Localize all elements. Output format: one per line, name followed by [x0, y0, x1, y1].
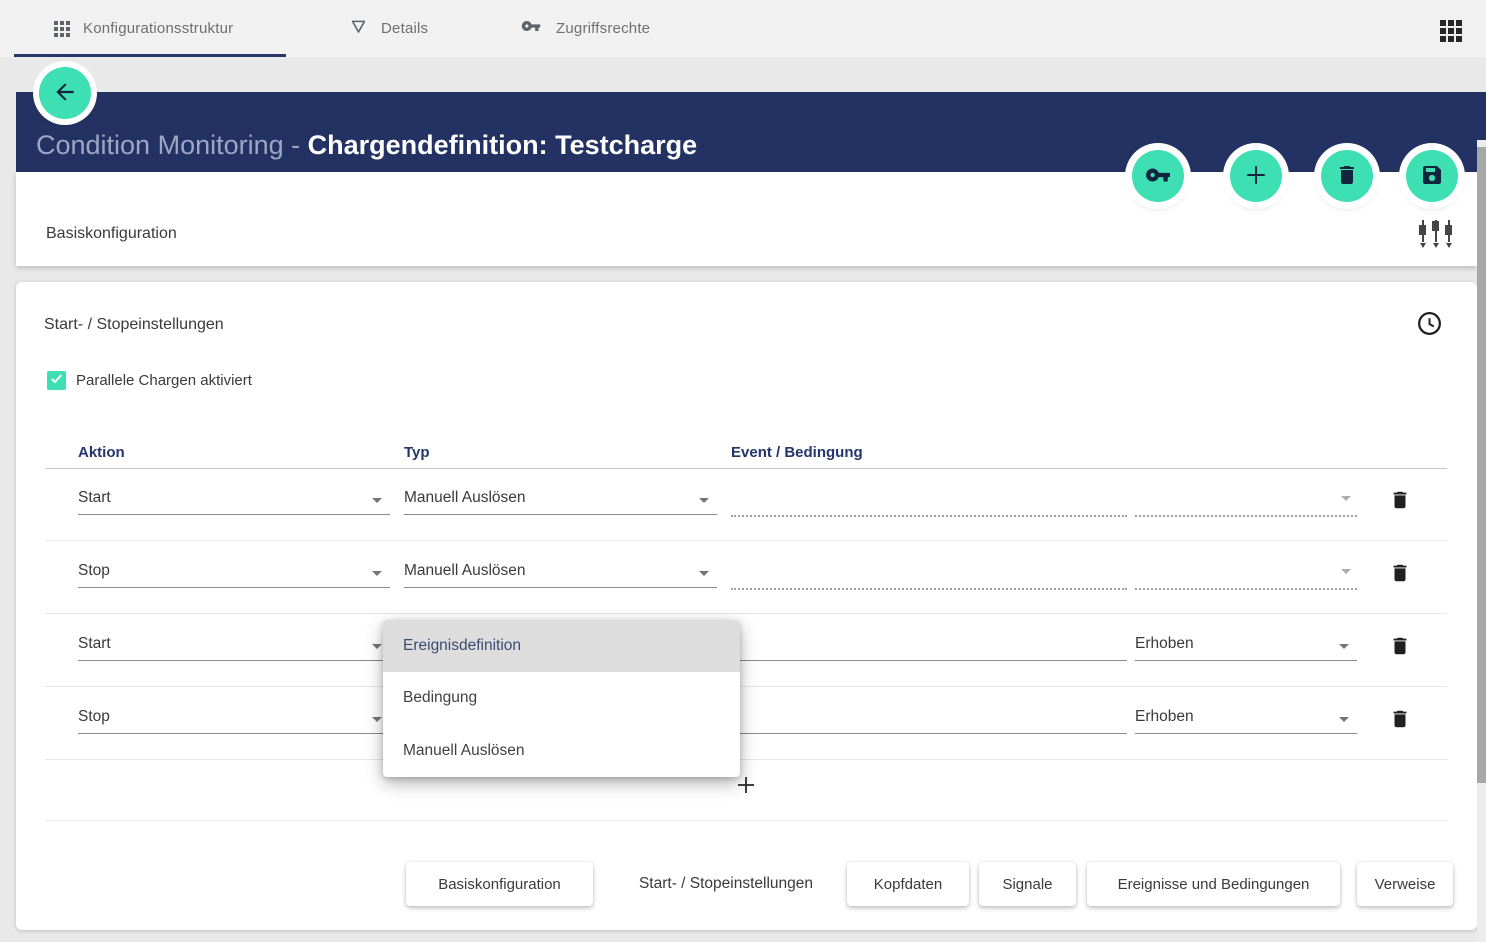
chevron-down-icon — [699, 498, 709, 503]
page-title-main: Chargendefinition: Testcharge — [308, 130, 698, 160]
tab-zugriffsrechte[interactable]: Zugriffsrechte — [519, 0, 650, 57]
aktion-select[interactable]: Start — [78, 630, 390, 661]
active-tab-underline — [14, 54, 286, 57]
typ-dropdown-menu: Ereignisdefinition Bedingung Manuell Aus… — [383, 620, 740, 777]
delete-row-button[interactable] — [1386, 632, 1414, 662]
delete-row-button[interactable] — [1386, 559, 1414, 589]
checkbox-label: Parallele Chargen aktiviert — [76, 372, 252, 389]
delete-row-button[interactable] — [1386, 705, 1414, 735]
back-button[interactable] — [39, 67, 91, 119]
event-bedingung-field[interactable] — [731, 630, 1127, 661]
footer-current-section[interactable]: Start- / Stopeinstellungen — [618, 862, 834, 906]
aktion-select[interactable]: Stop — [78, 557, 390, 588]
slider-glyph — [1432, 220, 1439, 248]
chevron-down-icon — [372, 498, 382, 503]
column-header-event: Event / Bedingung — [731, 444, 863, 461]
slider-glyph — [1419, 220, 1426, 248]
trash-icon — [1335, 163, 1359, 190]
funnel-icon — [349, 17, 368, 41]
arrow-left-icon — [52, 79, 78, 108]
chevron-down-icon — [372, 644, 382, 649]
startstop-card: Start- / Stopeinstellungen Parallele Cha… — [16, 282, 1477, 930]
footer-button-verweise[interactable]: Verweise — [1357, 862, 1453, 906]
zusatz-select[interactable] — [1135, 557, 1357, 590]
slider-glyph — [1445, 220, 1452, 248]
column-header-typ: Typ — [404, 444, 430, 461]
tune-sliders-icon[interactable] — [1419, 220, 1452, 248]
basiskonfiguration-title: Basiskonfiguration — [46, 225, 177, 243]
typ-select[interactable]: Manuell Auslösen — [404, 557, 717, 588]
select-value: Stop — [78, 562, 110, 580]
check-icon — [49, 371, 64, 391]
event-bedingung-field[interactable] — [731, 557, 1127, 590]
zusatz-select[interactable] — [1135, 484, 1357, 517]
event-bedingung-field[interactable] — [731, 703, 1127, 734]
key-icon — [519, 16, 543, 41]
select-value: Manuell Auslösen — [404, 489, 526, 507]
chevron-down-icon — [1341, 496, 1351, 501]
page-title: Condition Monitoring - Chargendefinition… — [36, 130, 697, 161]
select-value: Erhoben — [1135, 708, 1194, 726]
save-button[interactable] — [1406, 150, 1458, 202]
apps-grid-icon[interactable] — [1440, 20, 1462, 42]
tab-label: Zugriffsrechte — [556, 20, 650, 37]
zusatz-select[interactable]: Erhoben — [1135, 703, 1357, 734]
tab-konfigurationsstruktur[interactable]: Konfigurationsstruktur — [54, 0, 233, 57]
plus-icon — [1241, 160, 1271, 193]
table-row: Stop Erhoben — [45, 687, 1447, 760]
chevron-down-icon — [372, 571, 382, 576]
select-value: Erhoben — [1135, 635, 1194, 653]
parallele-chargen-checkbox[interactable] — [47, 371, 66, 390]
table-bottom-divider — [45, 820, 1447, 821]
select-value: Manuell Auslösen — [404, 562, 526, 580]
clock-icon[interactable] — [1416, 310, 1443, 340]
screen: Konfigurationsstruktur Details Zugriffsr… — [0, 0, 1486, 942]
chevron-down-icon — [1341, 569, 1351, 574]
zusatz-select[interactable]: Erhoben — [1135, 630, 1357, 661]
event-bedingung-field[interactable] — [731, 484, 1127, 517]
chevron-down-icon — [1339, 644, 1349, 649]
apps-grid-glyph — [1440, 20, 1462, 42]
delete-row-button[interactable] — [1386, 486, 1414, 516]
tab-details[interactable]: Details — [349, 0, 428, 57]
chevron-down-icon — [699, 571, 709, 576]
scrollbar-thumb[interactable] — [1477, 147, 1486, 783]
footer-button-signale[interactable]: Signale — [979, 862, 1076, 906]
tab-label: Details — [381, 20, 428, 37]
column-header-aktion: Aktion — [78, 444, 125, 461]
section-title: Start- / Stopeinstellungen — [44, 316, 224, 334]
grid-icon — [54, 21, 70, 37]
select-value: Start — [78, 635, 111, 653]
menu-item-manuell-ausloesen[interactable]: Manuell Auslösen — [383, 725, 740, 777]
footer-button-ereignisse-und-bedingungen[interactable]: Ereignisse und Bedingungen — [1087, 862, 1340, 906]
page-title-prefix: Condition Monitoring - — [36, 130, 308, 160]
aktion-select[interactable]: Start — [78, 484, 390, 515]
scrollbar-track — [1477, 140, 1486, 942]
save-icon — [1420, 163, 1444, 190]
chevron-down-icon — [372, 717, 382, 722]
add-button[interactable] — [1230, 150, 1282, 202]
table-row: Start Manuell Auslösen — [45, 468, 1447, 541]
menu-item-ereignisdefinition[interactable]: Ereignisdefinition — [383, 620, 740, 672]
topbar: Konfigurationsstruktur Details Zugriffsr… — [0, 0, 1486, 57]
chevron-down-icon — [1339, 717, 1349, 722]
typ-select[interactable]: Manuell Auslösen — [404, 484, 717, 515]
menu-item-bedingung[interactable]: Bedingung — [383, 672, 740, 724]
permissions-key-button[interactable] — [1132, 150, 1184, 202]
tab-label: Konfigurationsstruktur — [83, 20, 233, 37]
delete-button[interactable] — [1321, 150, 1373, 202]
table-row: Stop Manuell Auslösen — [45, 541, 1447, 614]
footer-button-basiskonfiguration[interactable]: Basiskonfiguration — [406, 862, 593, 906]
key-icon — [1145, 162, 1171, 191]
select-value: Start — [78, 489, 111, 507]
select-value: Stop — [78, 708, 110, 726]
table-row: Start Erhoben — [45, 614, 1447, 687]
aktion-select[interactable]: Stop — [78, 703, 390, 734]
footer-button-kopfdaten[interactable]: Kopfdaten — [847, 862, 969, 906]
